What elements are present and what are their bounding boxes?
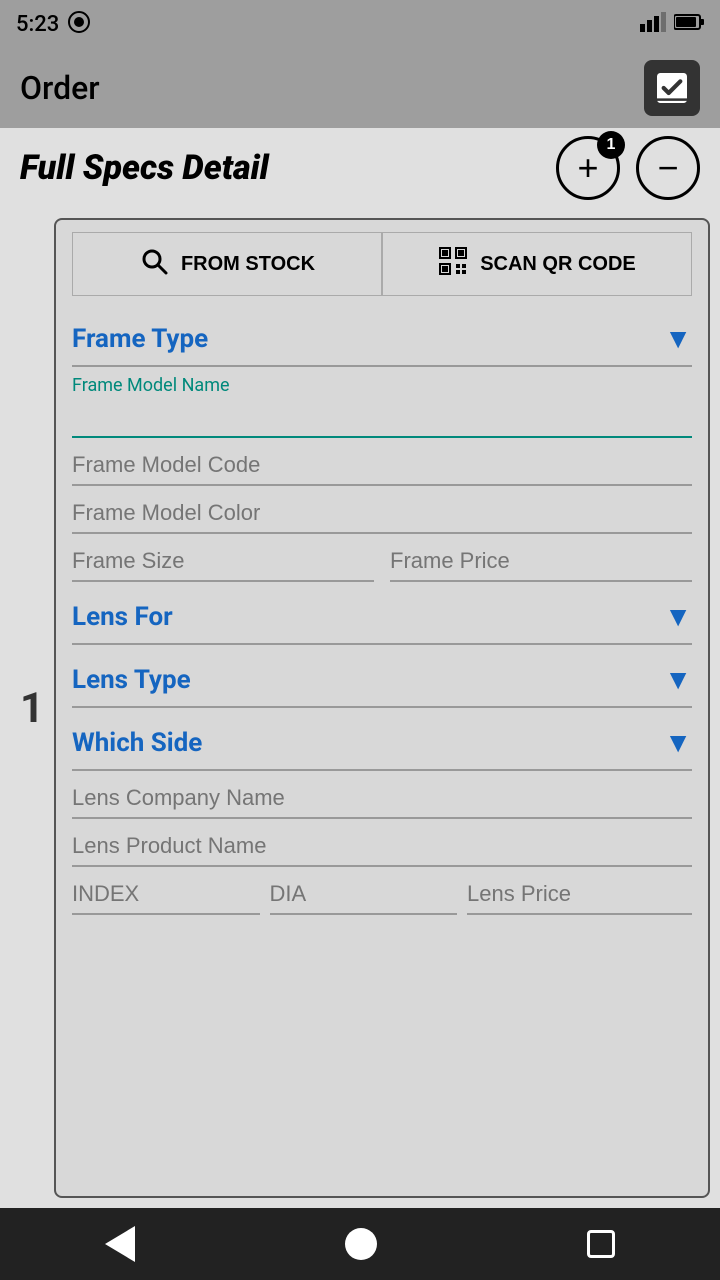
frame-size-field bbox=[72, 542, 374, 582]
recents-button[interactable] bbox=[587, 1230, 615, 1258]
app-bar-title: Order bbox=[20, 69, 100, 107]
frame-model-code-input[interactable] bbox=[72, 446, 692, 486]
home-button[interactable] bbox=[345, 1228, 377, 1260]
lens-for-dropdown[interactable]: Lens For ▼ bbox=[72, 590, 692, 645]
qr-icon bbox=[438, 246, 468, 283]
main-content: 1 FROM STOCK bbox=[0, 208, 720, 1208]
back-button[interactable] bbox=[105, 1226, 135, 1262]
status-bar-right bbox=[640, 12, 704, 36]
frame-type-arrow-icon: ▼ bbox=[664, 322, 692, 355]
battery-icon bbox=[674, 13, 704, 35]
lens-company-name-input[interactable] bbox=[72, 779, 692, 819]
signal-icon bbox=[67, 10, 91, 39]
lens-for-label: Lens For bbox=[72, 602, 173, 632]
signal-bars-icon bbox=[640, 12, 668, 36]
lens-product-name-input[interactable] bbox=[72, 827, 692, 867]
status-time: 5:23 bbox=[16, 12, 59, 37]
frame-model-name-field: Frame Model Name bbox=[72, 375, 692, 438]
dia-field bbox=[270, 875, 458, 915]
frame-model-color-input[interactable] bbox=[72, 494, 692, 534]
lens-type-label: Lens Type bbox=[72, 665, 191, 695]
lens-price-input[interactable] bbox=[467, 875, 692, 915]
back-icon bbox=[105, 1226, 135, 1262]
frame-price-input[interactable] bbox=[390, 542, 692, 582]
plus-icon: + bbox=[577, 150, 598, 186]
add-spec-button[interactable]: + 1 bbox=[556, 136, 620, 200]
checklist-icon[interactable] bbox=[644, 60, 700, 116]
stock-row: FROM STOCK bbox=[72, 232, 692, 296]
frame-type-dropdown[interactable]: Frame Type ▼ bbox=[72, 312, 692, 367]
dia-input[interactable] bbox=[270, 875, 458, 915]
lens-for-arrow-icon: ▼ bbox=[664, 600, 692, 633]
home-icon bbox=[345, 1228, 377, 1260]
status-bar: 5:23 bbox=[0, 0, 720, 48]
scan-qr-button[interactable]: SCAN QR CODE bbox=[382, 232, 692, 296]
remove-spec-button[interactable]: − bbox=[636, 136, 700, 200]
lens-price-field bbox=[467, 875, 692, 915]
which-side-arrow-icon: ▼ bbox=[664, 726, 692, 759]
search-icon bbox=[139, 246, 169, 283]
lens-product-name-field bbox=[72, 827, 692, 867]
bottom-nav bbox=[0, 1208, 720, 1280]
recents-icon bbox=[587, 1230, 615, 1258]
index-field bbox=[72, 875, 260, 915]
which-side-dropdown[interactable]: Which Side ▼ bbox=[72, 716, 692, 771]
scan-qr-label: SCAN QR CODE bbox=[480, 253, 636, 276]
frame-type-label: Frame Type bbox=[72, 324, 208, 354]
which-side-label: Which Side bbox=[72, 728, 202, 758]
frame-size-input[interactable] bbox=[72, 542, 374, 582]
minus-icon: − bbox=[657, 150, 678, 186]
status-bar-left: 5:23 bbox=[16, 10, 91, 39]
from-stock-label: FROM STOCK bbox=[181, 253, 315, 276]
frame-price-field bbox=[390, 542, 692, 582]
header-actions: + 1 − bbox=[556, 136, 700, 200]
lens-type-arrow-icon: ▼ bbox=[664, 663, 692, 696]
frame-model-code-field bbox=[72, 446, 692, 486]
frame-model-name-input[interactable] bbox=[72, 398, 692, 438]
index-dia-price-row bbox=[72, 875, 692, 915]
frame-model-name-label: Frame Model Name bbox=[72, 375, 692, 396]
spec-form-card: FROM STOCK bbox=[54, 218, 710, 1198]
add-badge: 1 bbox=[597, 131, 625, 159]
frame-model-color-field bbox=[72, 494, 692, 534]
frame-size-price-row bbox=[72, 542, 692, 582]
from-stock-button[interactable]: FROM STOCK bbox=[72, 232, 382, 296]
spec-index: 1 bbox=[10, 218, 54, 1198]
lens-type-dropdown[interactable]: Lens Type ▼ bbox=[72, 653, 692, 708]
app-bar: Order bbox=[0, 48, 720, 128]
page-header: Full Specs Detail + 1 − bbox=[0, 128, 720, 208]
lens-company-name-field bbox=[72, 779, 692, 819]
index-input[interactable] bbox=[72, 875, 260, 915]
page-title: Full Specs Detail bbox=[20, 148, 269, 188]
